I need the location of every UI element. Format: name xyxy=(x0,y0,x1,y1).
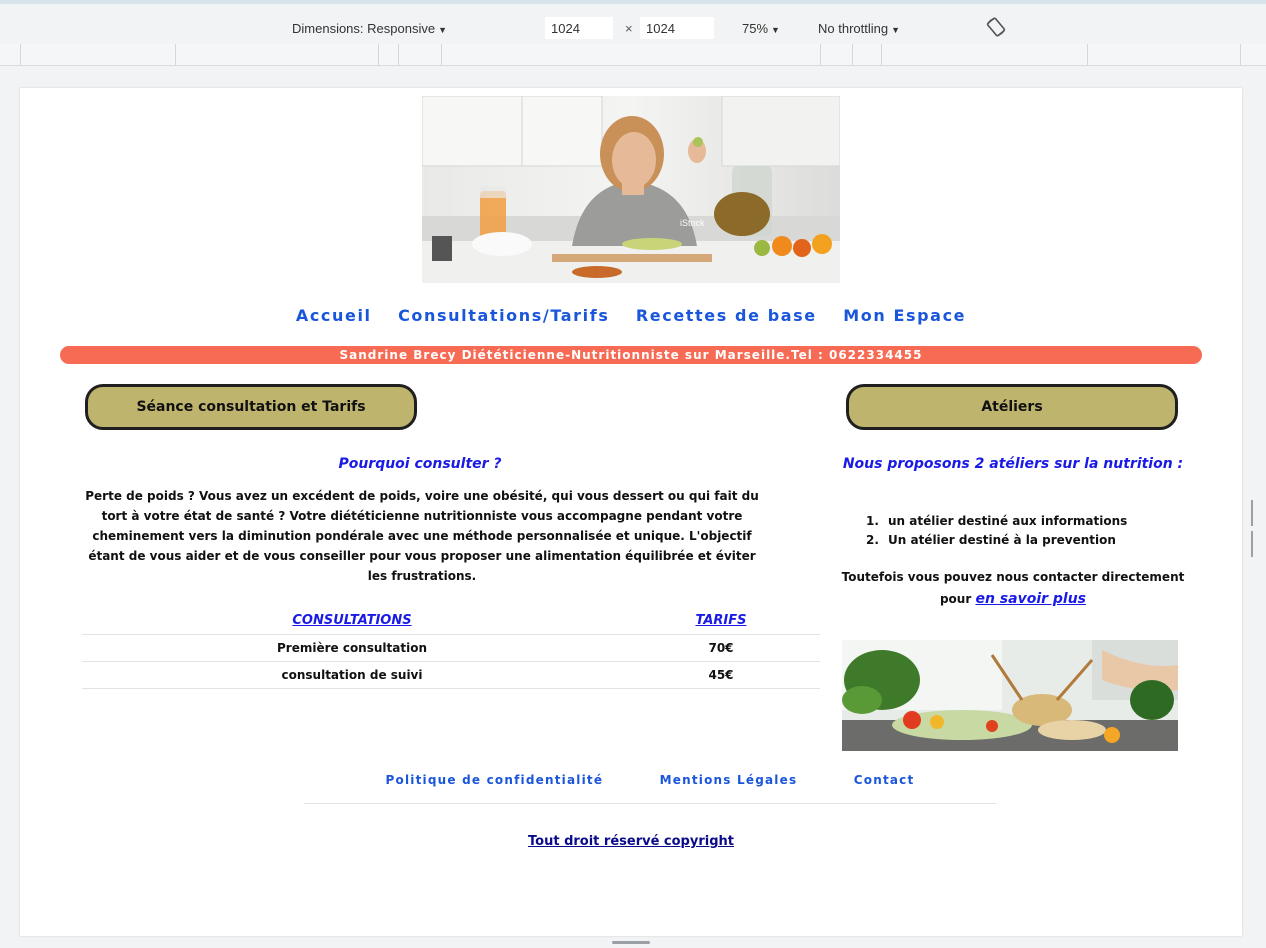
footer-legal-link[interactable]: Mentions Légales xyxy=(660,768,798,792)
nav-accueil[interactable]: Accueil xyxy=(296,306,372,325)
price-table: CONSULTATIONS TARIFS Première consultati… xyxy=(82,608,820,689)
istock-watermark: iStock xyxy=(680,218,705,228)
seance-tarifs-button[interactable]: Séance consultation et Tarifs xyxy=(85,384,417,430)
zoom-dropdown[interactable]: 75% ▼ xyxy=(742,21,780,36)
contact-banner: Sandrine Brecy Diététicienne-Nutritionni… xyxy=(60,346,1202,364)
en-savoir-plus-link[interactable]: en savoir plus xyxy=(975,591,1086,607)
table-row: consultation de suivi 45€ xyxy=(82,660,820,689)
times-separator: × xyxy=(625,21,633,36)
media-query-ruler xyxy=(0,44,1266,66)
why-consult-heading: Pourquoi consulter ? xyxy=(338,456,502,472)
list-item: 2. Un atélier destiné à la prevention xyxy=(866,533,1116,547)
chevron-down-icon: ▼ xyxy=(438,25,447,35)
emulated-page: iStock Accueil Consultations/Tarifs Rece… xyxy=(20,88,1242,936)
nav-consultations-tarifs[interactable]: Consultations/Tarifs xyxy=(398,306,609,325)
copyright: Tout droit réservé copyright xyxy=(20,832,1242,850)
nav-recettes[interactable]: Recettes de base xyxy=(636,306,817,325)
throttling-dropdown[interactable]: No throttling ▼ xyxy=(818,21,900,36)
footer-privacy-link[interactable]: Politique de confidentialité xyxy=(386,768,604,792)
consultation-price: 70€ xyxy=(622,633,820,661)
vegetables-photo xyxy=(842,640,1178,751)
resize-handle-bottom[interactable] xyxy=(612,941,650,944)
footer-contact-link[interactable]: Contact xyxy=(854,768,915,792)
resize-handle-right[interactable] xyxy=(1251,500,1257,557)
table-header-consultations: CONSULTATIONS xyxy=(292,613,412,629)
list-item: 1. un atélier destiné aux informations xyxy=(866,514,1128,528)
intro-paragraph: Perte de poids ? Vous avez un excédent d… xyxy=(85,489,759,583)
dimensions-dropdown[interactable]: Dimensions: Responsive ▼ xyxy=(292,21,447,36)
contact-paragraph: Toutefois vous pouvez nous contacter dir… xyxy=(840,566,1186,610)
chevron-down-icon: ▼ xyxy=(891,25,901,35)
hero-photo: iStock xyxy=(422,96,840,283)
height-input[interactable]: 1024 xyxy=(640,17,714,39)
ateliers-button[interactable]: Atéliers xyxy=(846,384,1178,430)
footer-nav: Politique de confidentialité Mentions Lé… xyxy=(304,768,996,804)
width-input[interactable]: 1024 xyxy=(545,17,613,39)
ateliers-heading: Nous proposons 2 atéliers sur la nutriti… xyxy=(842,456,1184,472)
table-row: Première consultation 70€ xyxy=(82,633,820,661)
throttling-label: No throttling xyxy=(818,21,889,36)
nav-mon-espace[interactable]: Mon Espace xyxy=(843,306,966,325)
zoom-label: 75% xyxy=(742,21,769,36)
copyright-link[interactable]: Tout droit réservé copyright xyxy=(528,834,734,849)
table-header-tarifs: TARIFS xyxy=(695,613,747,629)
consultation-name: consultation de suivi xyxy=(82,660,622,689)
consultation-price: 45€ xyxy=(622,660,820,689)
main-nav: Accueil Consultations/Tarifs Recettes de… xyxy=(20,306,1242,326)
ateliers-list: 1. un atélier destiné aux informations 2.… xyxy=(866,512,1186,550)
device-toolbar: Dimensions: Responsive ▼ 1024 × 1024 75% ▼… xyxy=(0,0,1266,44)
consultation-name: Première consultation xyxy=(82,633,622,661)
dimensions-label: Dimensions: Responsive xyxy=(292,21,436,36)
rotate-icon[interactable] xyxy=(985,16,1007,38)
chevron-down-icon: ▼ xyxy=(771,25,780,35)
